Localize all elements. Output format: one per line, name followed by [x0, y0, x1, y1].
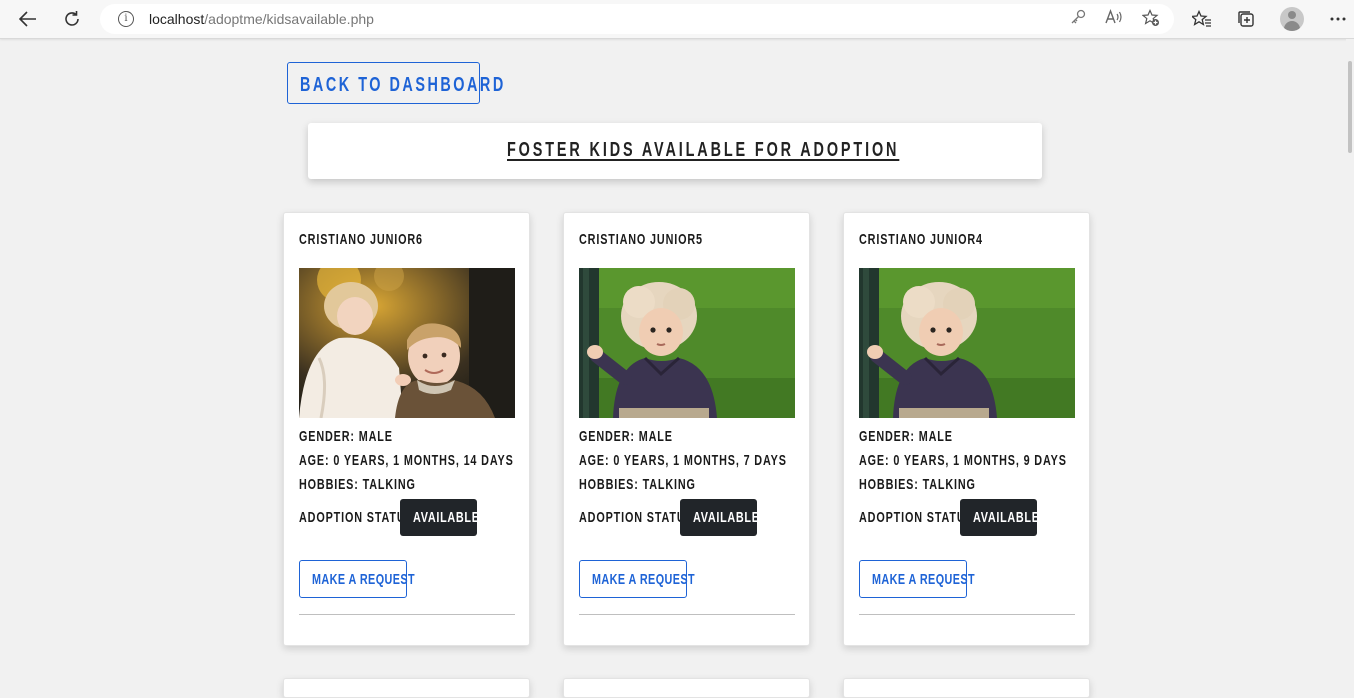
url-path: /adoptme/kidsavailable.php [204, 11, 374, 27]
kid-gender: GENDER: MALE [299, 428, 393, 445]
favorites-icon[interactable] [1187, 4, 1217, 34]
make-request-button[interactable]: MAKE A REQUEST [299, 560, 415, 598]
make-request-label: MAKE A REQUEST [312, 571, 416, 588]
kid-photo [299, 268, 515, 418]
info-icon[interactable]: i [118, 11, 134, 27]
profile-avatar[interactable] [1280, 7, 1304, 31]
scrollbar-thumb[interactable] [1348, 61, 1352, 153]
make-request-button[interactable]: MAKE A REQUEST [859, 560, 975, 598]
kid-age: AGE: 0 YEARS, 1 MONTHS, 9 DAYS [859, 452, 1067, 469]
address-bar[interactable]: i localhost/adoptme/kidsavailable.php [100, 4, 1174, 34]
kid-name: CRISTIANO JUNIOR4 [859, 231, 983, 248]
kid-photo [859, 268, 1075, 418]
kid-hobbies: HOBBIES: TALKING [859, 476, 976, 493]
kid-age: AGE: 0 YEARS, 1 MONTHS, 14 DAYS [299, 452, 514, 469]
kid-card-next-row [843, 678, 1090, 698]
kid-gender: GENDER: MALE [579, 428, 673, 445]
kid-age: AGE: 0 YEARS, 1 MONTHS, 7 DAYS [579, 452, 787, 469]
key-icon[interactable] [1068, 9, 1088, 29]
kid-card: CRISTIANO JUNIOR6 GENDER: MALE AGE: 0 YE… [283, 212, 530, 646]
status-badge: AVAILABLE [400, 499, 480, 536]
kid-card-next-row [563, 678, 810, 698]
page-title: FOSTER KIDS AVAILABLE FOR ADOPTION [507, 139, 900, 161]
kid-hobbies: HOBBIES: TALKING [579, 476, 696, 493]
status-badge-text: AVAILABLE [693, 509, 760, 526]
make-request-label: MAKE A REQUEST [592, 571, 696, 588]
status-badge-text: AVAILABLE [413, 509, 480, 526]
card-divider [579, 614, 795, 615]
page-title-box: FOSTER KIDS AVAILABLE FOR ADOPTION [308, 123, 1042, 179]
kid-card-next-row [283, 678, 530, 698]
kid-name: CRISTIANO JUNIOR6 [299, 231, 423, 248]
kid-name: CRISTIANO JUNIOR5 [579, 231, 703, 248]
make-request-label: MAKE A REQUEST [872, 571, 976, 588]
url-host: localhost [149, 11, 205, 27]
url-text[interactable]: localhost/adoptme/kidsavailable.php [149, 11, 374, 27]
status-badge-text: AVAILABLE [973, 509, 1040, 526]
status-badge: AVAILABLE [960, 499, 1040, 536]
kid-card: CRISTIANO JUNIOR4 GENDER: MALE AGE: 0 YE… [843, 212, 1090, 646]
browser-toolbar: i localhost/adoptme/kidsavailable.php [0, 0, 1354, 39]
kid-photo [579, 268, 795, 418]
collections-icon[interactable] [1231, 4, 1261, 34]
back-to-dashboard-label: Back to Dashboard [300, 74, 506, 96]
more-menu-icon[interactable] [1323, 4, 1353, 34]
card-divider [859, 614, 1075, 615]
kid-card: CRISTIANO JUNIOR5 GENDER: MALE AGE: 0 YE… [563, 212, 810, 646]
kid-gender: GENDER: MALE [859, 428, 953, 445]
back-to-dashboard-button[interactable]: Back to Dashboard [287, 62, 503, 104]
favorite-add-icon[interactable] [1141, 9, 1161, 29]
page-scrollbar[interactable] [1346, 39, 1354, 682]
card-divider [299, 614, 515, 615]
kid-hobbies: HOBBIES: TALKING [299, 476, 416, 493]
make-request-button[interactable]: MAKE A REQUEST [579, 560, 695, 598]
read-aloud-icon[interactable] [1104, 9, 1124, 29]
back-arrow-icon[interactable] [13, 4, 43, 34]
refresh-icon[interactable] [57, 4, 87, 34]
status-badge: AVAILABLE [680, 499, 760, 536]
